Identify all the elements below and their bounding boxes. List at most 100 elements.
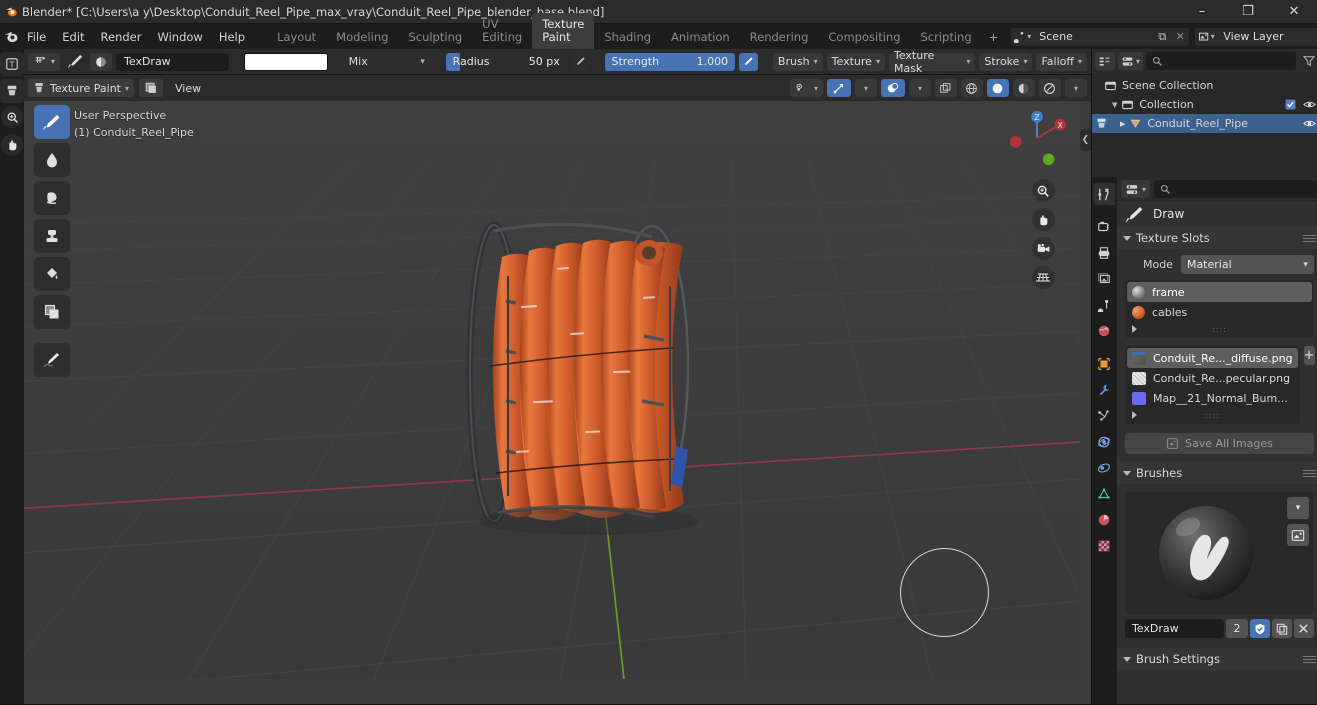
tab-shading[interactable]: Shading bbox=[594, 26, 661, 49]
properties-scroll[interactable]: Draw Texture Slots Mode Material bbox=[1117, 201, 1317, 704]
soften-tool[interactable] bbox=[34, 143, 70, 177]
fill-tool[interactable] bbox=[34, 257, 70, 291]
checkbox-checked-icon[interactable] bbox=[1285, 99, 1296, 110]
outliner-row-collection[interactable]: ▼ Collection bbox=[1092, 95, 1317, 114]
overlays-dropdown[interactable]: ▾ bbox=[909, 79, 931, 97]
shading-solid-button[interactable] bbox=[987, 79, 1009, 97]
add-workspace-button[interactable]: + bbox=[982, 26, 1006, 49]
tab-scripting[interactable]: Scripting bbox=[911, 26, 982, 49]
outliner-search-input[interactable] bbox=[1146, 52, 1296, 70]
brushes-panel-header[interactable]: Brushes bbox=[1117, 462, 1317, 484]
panel-expand-triangle[interactable] bbox=[1123, 471, 1131, 476]
shading-rendered-button[interactable] bbox=[1039, 79, 1061, 97]
list-footer[interactable]: :::: bbox=[1127, 408, 1298, 422]
data-tab[interactable] bbox=[1093, 483, 1115, 505]
brush-preview-thumb[interactable] bbox=[90, 53, 112, 71]
brush-name-field[interactable]: TexDraw bbox=[1125, 619, 1224, 638]
view-layer-selector[interactable]: ▾ View Layer ⧉ ✕ bbox=[1195, 28, 1317, 46]
tab-rendering[interactable]: Rendering bbox=[740, 26, 819, 49]
list-item[interactable]: Conduit_Re...pecular.png bbox=[1127, 368, 1298, 388]
save-all-images-button[interactable]: Save All Images bbox=[1125, 433, 1314, 454]
tab-layout[interactable]: Layout bbox=[267, 26, 326, 49]
panel-expand-triangle[interactable] bbox=[1123, 657, 1131, 662]
resize-grip[interactable]: :::: bbox=[1212, 325, 1227, 334]
navigation-gizmo[interactable]: Z X bbox=[1008, 109, 1066, 167]
properties-search-input[interactable] bbox=[1154, 180, 1317, 198]
scene-tab[interactable] bbox=[1093, 294, 1115, 316]
chevron-down-icon[interactable]: ▼ bbox=[1112, 101, 1117, 109]
viewport-sidebar-toggle[interactable]: ❮ bbox=[1080, 129, 1091, 151]
object-tab[interactable] bbox=[1093, 353, 1115, 375]
camera-icon[interactable] bbox=[1032, 237, 1055, 260]
shading-options-dropdown[interactable]: ▾ bbox=[1065, 79, 1087, 97]
image-slot-list[interactable]: Conduit_Re..._diffuse.png Conduit_Re...p… bbox=[1125, 346, 1300, 424]
editor-outliner-icon[interactable] bbox=[1095, 52, 1115, 70]
mode-select[interactable]: Material ▾ bbox=[1181, 255, 1314, 274]
material-slot-list[interactable]: frame cables :::: bbox=[1125, 280, 1314, 338]
grid-icon[interactable] bbox=[1032, 266, 1055, 289]
zoom-icon[interactable] bbox=[1032, 179, 1055, 202]
paint-mask-toggle[interactable] bbox=[139, 79, 163, 97]
chevron-right-icon[interactable] bbox=[1132, 325, 1137, 333]
clone-tool[interactable] bbox=[34, 219, 70, 253]
radius-slider[interactable]: Radius 50 px bbox=[446, 53, 567, 71]
eye-icon[interactable] bbox=[1303, 118, 1316, 129]
brush-color-swatch[interactable] bbox=[244, 53, 328, 71]
list-item[interactable]: cables bbox=[1127, 302, 1312, 322]
new-scene-button[interactable]: ⧉ bbox=[1153, 28, 1171, 46]
resize-grip[interactable]: :::: bbox=[1205, 411, 1220, 420]
gizmo-toggle[interactable] bbox=[827, 79, 851, 97]
texture-popover[interactable]: Texture ▾ bbox=[827, 53, 885, 71]
interaction-mode-select[interactable]: Texture Paint ▾ bbox=[28, 79, 134, 97]
menu-help[interactable]: Help bbox=[211, 27, 253, 47]
object-visibility-popover[interactable]: ▾ bbox=[790, 79, 823, 97]
chevron-right-icon[interactable] bbox=[1132, 411, 1137, 419]
xray-toggle[interactable] bbox=[935, 79, 957, 97]
outliner-display-mode[interactable]: ▾ bbox=[1118, 52, 1143, 70]
tab-compositing[interactable]: Compositing bbox=[818, 26, 910, 49]
render-tab[interactable] bbox=[1093, 216, 1115, 238]
tab-uv-editing[interactable]: UV Editing bbox=[472, 13, 532, 49]
view-layer-tab[interactable] bbox=[1093, 268, 1115, 290]
overlays-toggle[interactable] bbox=[881, 79, 905, 97]
strength-slider[interactable]: Strength 1.000 bbox=[605, 53, 736, 71]
menu-file[interactable]: File bbox=[19, 27, 54, 47]
draw-tool[interactable] bbox=[34, 105, 70, 139]
duplicate-icon[interactable] bbox=[1272, 619, 1292, 638]
strength-pressure-toggle[interactable] bbox=[739, 53, 758, 71]
chevron-down-icon[interactable]: ▾ bbox=[1287, 497, 1309, 519]
unlink-scene-button[interactable]: ✕ bbox=[1171, 28, 1189, 46]
filter-icon[interactable] bbox=[1299, 52, 1317, 70]
view-layer-icon[interactable]: ▾ bbox=[1195, 28, 1217, 46]
blender-menu-icon[interactable] bbox=[4, 29, 19, 44]
output-tab[interactable] bbox=[1093, 242, 1115, 264]
annotate-tool[interactable] bbox=[34, 343, 70, 377]
tab-modeling[interactable]: Modeling bbox=[326, 26, 398, 49]
3d-viewport[interactable]: User Perspective (1) Conduit_Reel_Pipe bbox=[24, 101, 1091, 704]
shading-wireframe-button[interactable] bbox=[961, 79, 983, 97]
maximize-button[interactable]: ❐ bbox=[1225, 0, 1271, 24]
radius-pressure-toggle[interactable] bbox=[571, 53, 590, 71]
smear-tool[interactable] bbox=[34, 181, 70, 215]
editor-type-button[interactable]: T bbox=[0, 52, 24, 76]
texture-tab[interactable] bbox=[1093, 535, 1115, 557]
chevron-right-icon[interactable]: ▶ bbox=[1120, 120, 1125, 128]
texture-paint-mode-icon[interactable] bbox=[0, 79, 24, 103]
tab-sculpting[interactable]: Sculpting bbox=[398, 26, 472, 49]
particles-tab[interactable] bbox=[1093, 405, 1115, 427]
falloff-popover[interactable]: Falloff ▾ bbox=[1036, 53, 1087, 71]
texture-slots-panel-header[interactable]: Texture Slots bbox=[1117, 227, 1317, 249]
image-icon[interactable] bbox=[1287, 524, 1309, 546]
pan-hand-icon[interactable] bbox=[1032, 208, 1055, 231]
stroke-popover[interactable]: Stroke ▾ bbox=[979, 53, 1032, 71]
panel-expand-triangle[interactable] bbox=[1123, 236, 1131, 241]
menu-render[interactable]: Render bbox=[93, 27, 150, 47]
add-texture-slot-button[interactable]: + bbox=[1304, 346, 1315, 365]
list-item[interactable]: frame bbox=[1127, 282, 1312, 302]
x-icon[interactable] bbox=[1294, 619, 1314, 638]
tab-texture-paint[interactable]: Texture Paint bbox=[532, 13, 594, 49]
mask-tool[interactable] bbox=[34, 295, 70, 329]
tool-browse-icon[interactable]: ▾ bbox=[1121, 180, 1150, 198]
outliner-row-scene-collection[interactable]: Scene Collection bbox=[1092, 76, 1317, 95]
zoom-icon[interactable] bbox=[1, 106, 23, 128]
